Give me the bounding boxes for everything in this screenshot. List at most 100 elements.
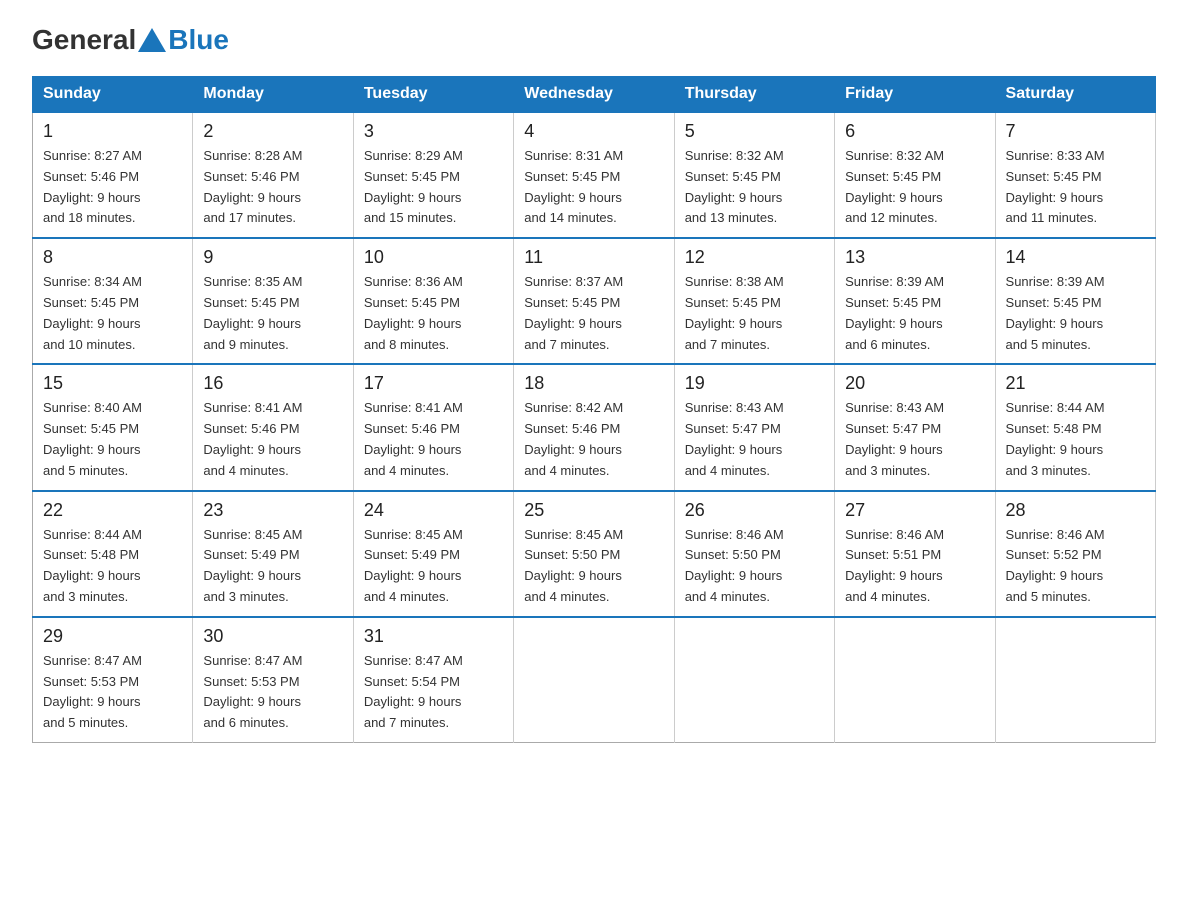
calendar-week-row: 8 Sunrise: 8:34 AM Sunset: 5:45 PM Dayli…	[33, 238, 1156, 364]
calendar-week-row: 29 Sunrise: 8:47 AM Sunset: 5:53 PM Dayl…	[33, 617, 1156, 743]
day-info: Sunrise: 8:41 AM Sunset: 5:46 PM Dayligh…	[364, 398, 503, 481]
day-info: Sunrise: 8:46 AM Sunset: 5:51 PM Dayligh…	[845, 525, 984, 608]
day-info: Sunrise: 8:35 AM Sunset: 5:45 PM Dayligh…	[203, 272, 342, 355]
day-info: Sunrise: 8:38 AM Sunset: 5:45 PM Dayligh…	[685, 272, 824, 355]
day-number: 19	[685, 373, 824, 394]
day-info: Sunrise: 8:45 AM Sunset: 5:49 PM Dayligh…	[364, 525, 503, 608]
day-number: 20	[845, 373, 984, 394]
calendar-week-row: 15 Sunrise: 8:40 AM Sunset: 5:45 PM Dayl…	[33, 364, 1156, 490]
calendar-cell: 5 Sunrise: 8:32 AM Sunset: 5:45 PM Dayli…	[674, 112, 834, 238]
day-info: Sunrise: 8:44 AM Sunset: 5:48 PM Dayligh…	[43, 525, 182, 608]
calendar-cell: 18 Sunrise: 8:42 AM Sunset: 5:46 PM Dayl…	[514, 364, 674, 490]
calendar-cell: 19 Sunrise: 8:43 AM Sunset: 5:47 PM Dayl…	[674, 364, 834, 490]
day-number: 12	[685, 247, 824, 268]
day-info: Sunrise: 8:39 AM Sunset: 5:45 PM Dayligh…	[1006, 272, 1145, 355]
day-info: Sunrise: 8:47 AM Sunset: 5:53 PM Dayligh…	[203, 651, 342, 734]
calendar-cell	[835, 617, 995, 743]
weekday-header-tuesday: Tuesday	[353, 77, 513, 113]
weekday-header-friday: Friday	[835, 77, 995, 113]
page-header: General Blue	[32, 24, 1156, 56]
calendar-cell: 26 Sunrise: 8:46 AM Sunset: 5:50 PM Dayl…	[674, 491, 834, 617]
calendar-cell: 6 Sunrise: 8:32 AM Sunset: 5:45 PM Dayli…	[835, 112, 995, 238]
calendar-cell: 25 Sunrise: 8:45 AM Sunset: 5:50 PM Dayl…	[514, 491, 674, 617]
day-number: 18	[524, 373, 663, 394]
calendar-cell: 22 Sunrise: 8:44 AM Sunset: 5:48 PM Dayl…	[33, 491, 193, 617]
day-number: 17	[364, 373, 503, 394]
day-number: 13	[845, 247, 984, 268]
calendar-cell	[995, 617, 1155, 743]
calendar-week-row: 1 Sunrise: 8:27 AM Sunset: 5:46 PM Dayli…	[33, 112, 1156, 238]
day-number: 15	[43, 373, 182, 394]
weekday-header-row: SundayMondayTuesdayWednesdayThursdayFrid…	[33, 77, 1156, 113]
calendar-cell: 13 Sunrise: 8:39 AM Sunset: 5:45 PM Dayl…	[835, 238, 995, 364]
logo: General Blue	[32, 24, 229, 56]
day-number: 3	[364, 121, 503, 142]
day-number: 4	[524, 121, 663, 142]
calendar-cell: 20 Sunrise: 8:43 AM Sunset: 5:47 PM Dayl…	[835, 364, 995, 490]
day-info: Sunrise: 8:39 AM Sunset: 5:45 PM Dayligh…	[845, 272, 984, 355]
calendar-cell	[674, 617, 834, 743]
day-number: 28	[1006, 500, 1145, 521]
day-number: 7	[1006, 121, 1145, 142]
day-number: 30	[203, 626, 342, 647]
calendar-cell: 11 Sunrise: 8:37 AM Sunset: 5:45 PM Dayl…	[514, 238, 674, 364]
day-number: 11	[524, 247, 663, 268]
calendar-cell: 4 Sunrise: 8:31 AM Sunset: 5:45 PM Dayli…	[514, 112, 674, 238]
day-info: Sunrise: 8:45 AM Sunset: 5:50 PM Dayligh…	[524, 525, 663, 608]
calendar-cell: 17 Sunrise: 8:41 AM Sunset: 5:46 PM Dayl…	[353, 364, 513, 490]
day-info: Sunrise: 8:46 AM Sunset: 5:52 PM Dayligh…	[1006, 525, 1145, 608]
weekday-header-wednesday: Wednesday	[514, 77, 674, 113]
day-info: Sunrise: 8:43 AM Sunset: 5:47 PM Dayligh…	[845, 398, 984, 481]
day-info: Sunrise: 8:47 AM Sunset: 5:53 PM Dayligh…	[43, 651, 182, 734]
day-number: 21	[1006, 373, 1145, 394]
day-number: 6	[845, 121, 984, 142]
calendar-cell: 16 Sunrise: 8:41 AM Sunset: 5:46 PM Dayl…	[193, 364, 353, 490]
calendar-table: SundayMondayTuesdayWednesdayThursdayFrid…	[32, 76, 1156, 743]
day-info: Sunrise: 8:33 AM Sunset: 5:45 PM Dayligh…	[1006, 146, 1145, 229]
calendar-week-row: 22 Sunrise: 8:44 AM Sunset: 5:48 PM Dayl…	[33, 491, 1156, 617]
calendar-cell: 23 Sunrise: 8:45 AM Sunset: 5:49 PM Dayl…	[193, 491, 353, 617]
day-info: Sunrise: 8:31 AM Sunset: 5:45 PM Dayligh…	[524, 146, 663, 229]
day-number: 23	[203, 500, 342, 521]
calendar-cell: 24 Sunrise: 8:45 AM Sunset: 5:49 PM Dayl…	[353, 491, 513, 617]
calendar-cell: 31 Sunrise: 8:47 AM Sunset: 5:54 PM Dayl…	[353, 617, 513, 743]
day-info: Sunrise: 8:44 AM Sunset: 5:48 PM Dayligh…	[1006, 398, 1145, 481]
calendar-cell	[514, 617, 674, 743]
weekday-header-saturday: Saturday	[995, 77, 1155, 113]
day-info: Sunrise: 8:37 AM Sunset: 5:45 PM Dayligh…	[524, 272, 663, 355]
day-info: Sunrise: 8:27 AM Sunset: 5:46 PM Dayligh…	[43, 146, 182, 229]
calendar-cell: 2 Sunrise: 8:28 AM Sunset: 5:46 PM Dayli…	[193, 112, 353, 238]
day-number: 2	[203, 121, 342, 142]
day-number: 22	[43, 500, 182, 521]
day-info: Sunrise: 8:40 AM Sunset: 5:45 PM Dayligh…	[43, 398, 182, 481]
calendar-cell: 27 Sunrise: 8:46 AM Sunset: 5:51 PM Dayl…	[835, 491, 995, 617]
calendar-cell: 10 Sunrise: 8:36 AM Sunset: 5:45 PM Dayl…	[353, 238, 513, 364]
day-number: 31	[364, 626, 503, 647]
logo-general: General	[32, 24, 136, 56]
calendar-cell: 12 Sunrise: 8:38 AM Sunset: 5:45 PM Dayl…	[674, 238, 834, 364]
day-info: Sunrise: 8:43 AM Sunset: 5:47 PM Dayligh…	[685, 398, 824, 481]
day-number: 9	[203, 247, 342, 268]
day-info: Sunrise: 8:34 AM Sunset: 5:45 PM Dayligh…	[43, 272, 182, 355]
day-number: 5	[685, 121, 824, 142]
day-info: Sunrise: 8:47 AM Sunset: 5:54 PM Dayligh…	[364, 651, 503, 734]
day-info: Sunrise: 8:29 AM Sunset: 5:45 PM Dayligh…	[364, 146, 503, 229]
calendar-cell: 1 Sunrise: 8:27 AM Sunset: 5:46 PM Dayli…	[33, 112, 193, 238]
day-number: 16	[203, 373, 342, 394]
day-number: 14	[1006, 247, 1145, 268]
calendar-cell: 21 Sunrise: 8:44 AM Sunset: 5:48 PM Dayl…	[995, 364, 1155, 490]
calendar-cell: 8 Sunrise: 8:34 AM Sunset: 5:45 PM Dayli…	[33, 238, 193, 364]
calendar-cell: 7 Sunrise: 8:33 AM Sunset: 5:45 PM Dayli…	[995, 112, 1155, 238]
weekday-header-sunday: Sunday	[33, 77, 193, 113]
calendar-cell: 30 Sunrise: 8:47 AM Sunset: 5:53 PM Dayl…	[193, 617, 353, 743]
logo-triangle-icon	[138, 28, 166, 52]
logo-blue: Blue	[168, 24, 229, 56]
day-info: Sunrise: 8:46 AM Sunset: 5:50 PM Dayligh…	[685, 525, 824, 608]
calendar-cell: 15 Sunrise: 8:40 AM Sunset: 5:45 PM Dayl…	[33, 364, 193, 490]
day-number: 24	[364, 500, 503, 521]
day-info: Sunrise: 8:32 AM Sunset: 5:45 PM Dayligh…	[685, 146, 824, 229]
day-number: 26	[685, 500, 824, 521]
weekday-header-thursday: Thursday	[674, 77, 834, 113]
day-info: Sunrise: 8:28 AM Sunset: 5:46 PM Dayligh…	[203, 146, 342, 229]
weekday-header-monday: Monday	[193, 77, 353, 113]
